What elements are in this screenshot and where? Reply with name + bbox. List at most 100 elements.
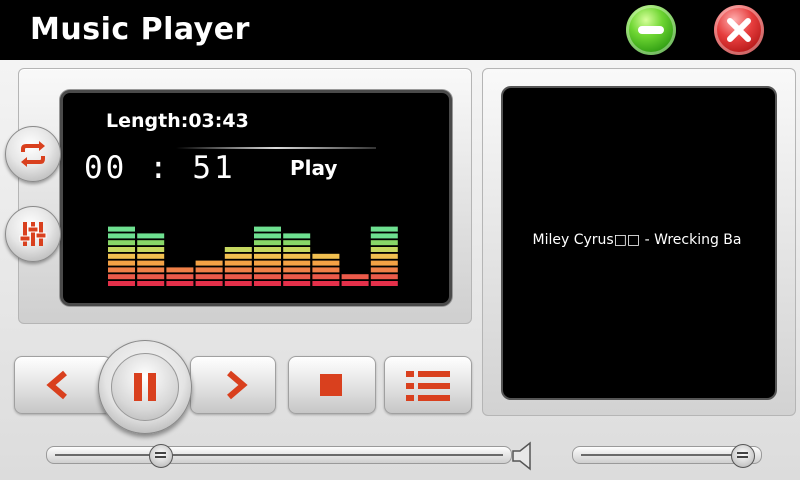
equalizer-segment <box>283 274 311 280</box>
equalizer-segment <box>312 274 340 280</box>
equalizer-segment <box>166 274 194 280</box>
equalizer-segment <box>108 240 135 246</box>
equalizer-segment <box>370 260 398 266</box>
playlist-icon <box>406 371 450 401</box>
equalizer-bar <box>108 226 135 286</box>
stop-icon <box>320 374 342 396</box>
equalizer-segment <box>224 281 252 286</box>
equalizer-segment <box>224 253 252 259</box>
equalizer-sliders-icon <box>19 222 47 246</box>
progress-track <box>55 454 503 456</box>
previous-icon <box>46 370 67 400</box>
title-bar: Music Player <box>0 0 800 60</box>
equalizer-segment <box>137 247 165 252</box>
equalizer-segment <box>108 253 135 259</box>
equalizer-button[interactable] <box>5 206 61 262</box>
equalizer-segment <box>312 267 340 273</box>
equalizer-segment <box>195 267 223 273</box>
equalizer-segment <box>108 233 135 239</box>
equalizer-segment <box>283 253 311 259</box>
equalizer-bar <box>341 274 369 286</box>
equalizer-bar <box>370 226 398 286</box>
equalizer-segment <box>341 274 369 280</box>
close-icon <box>727 18 751 42</box>
equalizer-segment <box>166 281 194 286</box>
equalizer-segment <box>254 233 281 239</box>
equalizer-segment <box>370 233 398 239</box>
equalizer-segment <box>254 260 281 266</box>
equalizer-bar <box>195 260 223 286</box>
equalizer-segment <box>137 240 165 246</box>
equalizer-segment <box>370 226 398 232</box>
pause-button[interactable] <box>98 340 192 434</box>
equalizer-bar <box>166 267 194 286</box>
playlist-button[interactable] <box>384 356 472 414</box>
close-button[interactable] <box>714 5 764 55</box>
equalizer-segment <box>137 233 165 239</box>
equalizer-segment <box>370 253 398 259</box>
equalizer-segment <box>137 267 165 273</box>
equalizer-segment <box>137 281 165 286</box>
equalizer-segment <box>370 240 398 246</box>
repeat-button[interactable] <box>5 126 61 182</box>
equalizer-segment <box>108 247 135 252</box>
equalizer-segment <box>254 267 281 273</box>
equalizer-bar <box>224 247 252 286</box>
elapsed-time: 00 : 51 <box>84 150 236 186</box>
equalizer-bar <box>254 226 281 286</box>
equalizer-segment <box>283 233 311 239</box>
equalizer-segment <box>254 226 281 232</box>
minimize-button[interactable] <box>626 5 676 55</box>
equalizer-segment <box>108 226 135 232</box>
equalizer-segment <box>341 281 369 286</box>
progress-slider[interactable] <box>46 444 512 468</box>
equalizer-segment <box>370 274 398 280</box>
equalizer-segment <box>283 247 311 252</box>
equalizer-segment <box>108 281 135 286</box>
equalizer-segment <box>195 274 223 280</box>
equalizer-segment <box>224 260 252 266</box>
equalizer-segment <box>108 267 135 273</box>
stop-button[interactable] <box>288 356 376 414</box>
volume-track <box>581 454 753 456</box>
equalizer-segment <box>195 260 223 266</box>
equalizer-segment <box>137 260 165 266</box>
equalizer-segment <box>312 260 340 266</box>
equalizer-visualizer <box>108 226 398 286</box>
pause-button-face[interactable] <box>111 353 179 421</box>
equalizer-segment <box>195 281 223 286</box>
equalizer-segment <box>254 281 281 286</box>
equalizer-segment <box>283 281 311 286</box>
equalizer-segment <box>370 247 398 252</box>
equalizer-segment <box>137 274 165 280</box>
equalizer-segment <box>370 281 398 286</box>
equalizer-bar <box>137 233 165 286</box>
track-length: Length:03:43 <box>106 110 249 132</box>
equalizer-segment <box>224 274 252 280</box>
repeat-icon <box>21 141 45 167</box>
equalizer-segment <box>166 267 194 273</box>
equalizer-segment <box>137 253 165 259</box>
equalizer-segment <box>312 253 340 259</box>
separator-line <box>176 147 376 149</box>
equalizer-segment <box>108 260 135 266</box>
equalizer-segment <box>312 281 340 286</box>
equalizer-segment <box>254 274 281 280</box>
window-title: Music Player <box>30 12 250 47</box>
equalizer-segment <box>283 260 311 266</box>
equalizer-segment <box>254 253 281 259</box>
equalizer-segment <box>370 267 398 273</box>
pause-icon <box>134 373 156 401</box>
speaker-icon <box>512 441 531 471</box>
next-button[interactable] <box>190 356 276 414</box>
equalizer-segment <box>254 247 281 252</box>
playback-status: Play <box>290 156 338 180</box>
equalizer-segment <box>224 247 252 252</box>
volume-slider[interactable] <box>572 444 762 468</box>
next-icon <box>227 370 248 400</box>
progress-knob[interactable] <box>149 444 174 468</box>
equalizer-segment <box>224 267 252 273</box>
equalizer-segment <box>283 240 311 246</box>
equalizer-segment <box>283 267 311 273</box>
equalizer-segment <box>108 274 135 280</box>
